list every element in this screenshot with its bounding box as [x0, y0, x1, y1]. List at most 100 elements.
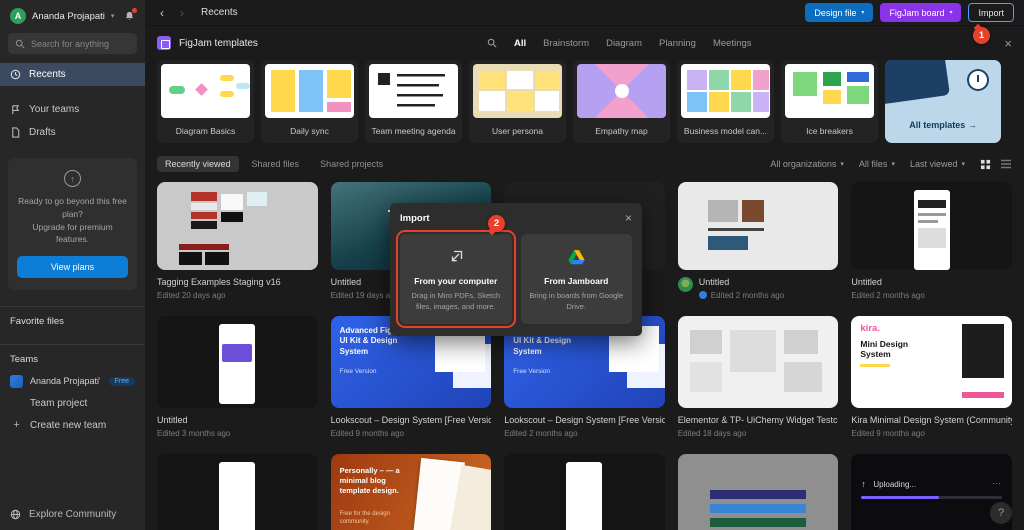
sort-dropdown[interactable]: Last viewed ▾ — [910, 159, 965, 169]
template-label: Daily sync — [290, 125, 329, 136]
file-thumbnail — [677, 315, 839, 408]
import-from-jamboard-option[interactable]: From Jamboard Bring in boards from Googl… — [520, 234, 632, 324]
user-avatar: A — [10, 8, 26, 24]
list-view-icon[interactable] — [1000, 159, 1012, 169]
grid-view-icon[interactable] — [980, 159, 991, 170]
import-from-computer-option[interactable]: From your computer Drag in Miro PDFs, Sk… — [396, 230, 516, 328]
search-bar[interactable] — [8, 33, 137, 54]
files-dropdown[interactable]: All files ▾ — [859, 159, 895, 169]
create-new-team-button[interactable]: + Create new team — [0, 414, 145, 436]
filter-dropdowns: All organizations ▾ All files ▾ Last vie… — [770, 159, 1012, 170]
file-thumbnail — [677, 182, 839, 270]
search-input[interactable] — [31, 38, 130, 49]
tab-diagram[interactable]: Diagram — [606, 38, 642, 49]
file-card[interactable] — [504, 453, 665, 530]
sidebar-item-recents[interactable]: Recents — [0, 63, 145, 86]
file-card[interactable]: Untitled Edited 3 months ago — [157, 315, 318, 438]
arrow-up-circle-icon: ↑ — [64, 170, 81, 187]
import-label: Import — [978, 7, 1004, 18]
close-icon[interactable]: × — [625, 212, 632, 224]
file-card[interactable] — [677, 453, 839, 530]
tab-planning[interactable]: Planning — [659, 38, 696, 49]
sidebar-item-label: Your teams — [29, 104, 80, 115]
template-thumbnail — [577, 64, 666, 118]
forward-arrow-button[interactable]: › — [175, 6, 189, 20]
thumbnail-subtitle-text: Free Version — [513, 367, 551, 375]
explore-community-label: Explore Community — [29, 509, 117, 520]
upload-progress-fill — [861, 495, 939, 499]
main-content: ‹ › Recents Design file ▾ FigJam board ▾… — [145, 0, 1024, 530]
templates-banner-title: FigJam templates — [179, 37, 258, 49]
file-name: Untitled — [851, 277, 882, 287]
template-thumbnail — [161, 64, 250, 118]
file-card[interactable]: Personally – — a minimal blog template d… — [330, 453, 492, 530]
chevron-down-icon: ▾ — [891, 161, 895, 168]
favorite-files-header: Favorite files — [10, 316, 64, 327]
figjam-board-button[interactable]: FigJam board ▾ — [880, 3, 962, 22]
sidebar-item-drafts[interactable]: Drafts — [0, 121, 145, 144]
template-label: Business model can... — [683, 125, 768, 136]
file-card[interactable]: Untitled Edited 2 months ago — [677, 182, 839, 300]
help-button[interactable]: ? — [990, 502, 1012, 524]
design-file-button[interactable]: Design file ▾ — [805, 3, 874, 22]
tab-recently-viewed[interactable]: Recently viewed — [157, 156, 239, 172]
import-button[interactable]: Import — [968, 3, 1014, 22]
tab-shared-files[interactable]: Shared files — [244, 156, 308, 172]
tab-brainstorm[interactable]: Brainstorm — [543, 38, 589, 49]
close-icon[interactable]: × — [1004, 37, 1012, 50]
globe-icon — [10, 509, 21, 520]
template-label: Empathy map — [595, 125, 648, 136]
file-card[interactable]: Untitled Edited 2 months ago — [851, 182, 1012, 300]
file-card[interactable]: Elementor & TP- UiChemy Widget Testcase … — [677, 315, 839, 438]
explore-community-button[interactable]: Explore Community — [0, 499, 145, 530]
template-daily-sync[interactable]: Daily sync — [261, 60, 358, 143]
file-card[interactable] — [157, 453, 318, 530]
template-thumbnail — [369, 64, 458, 118]
chevron-down-icon: ▾ — [861, 10, 865, 16]
notifications-bell-icon[interactable] — [124, 8, 137, 22]
sidebar-item-your-teams[interactable]: Your teams — [0, 98, 145, 121]
sidebar: A Ananda Projapati ▾ Recents Your teams — [0, 0, 145, 530]
file-meta: Edited 2 months ago — [698, 291, 784, 300]
file-card[interactable]: kira. Mini Design System Kira Minimal De… — [851, 315, 1012, 438]
figjam-board-label: FigJam board — [889, 7, 945, 18]
template-diagram-basics[interactable]: Diagram Basics — [157, 60, 254, 143]
figjam-templates-icon — [157, 36, 171, 50]
template-business-model-canvas[interactable]: Business model can... — [677, 60, 774, 143]
clock-hand-decoration — [977, 75, 979, 82]
teams-header: Teams — [10, 354, 38, 365]
file-meta: Edited 20 days ago — [157, 290, 226, 300]
file-meta: Edited 18 days ago — [677, 428, 747, 438]
file-card[interactable]: ↑ Uploading... … — [851, 453, 1012, 530]
back-arrow-button[interactable]: ‹ — [155, 6, 169, 20]
organizations-dropdown[interactable]: All organizations ▾ — [770, 159, 844, 169]
template-user-persona[interactable]: User persona — [469, 60, 566, 143]
file-thumbnail — [157, 182, 318, 270]
figjam-file-badge-icon — [698, 291, 707, 300]
file-name: Kira Minimal Design System (Community) — [851, 414, 1012, 425]
file-meta: Edited 3 months ago — [157, 428, 231, 438]
sort-dropdown-label: Last viewed — [909, 159, 958, 169]
clock-icon — [10, 69, 21, 80]
view-plans-button[interactable]: View plans — [17, 256, 128, 278]
tab-shared-projects[interactable]: Shared projects — [312, 156, 391, 172]
file-name: Untitled — [330, 277, 362, 287]
file-card[interactable]: Tagging Examples Staging v16 Edited 20 d… — [157, 182, 318, 300]
template-ice-breakers[interactable]: Ice breakers — [781, 60, 878, 143]
overflow-menu-icon[interactable]: … — [992, 476, 1002, 486]
user-name: Ananda Projapati — [32, 10, 105, 22]
sidebar-item-team-project[interactable]: Team project — [0, 392, 145, 414]
template-team-meeting-agenda[interactable]: Team meeting agenda — [365, 60, 462, 143]
chevron-down-icon: ▾ — [840, 161, 844, 168]
tab-all[interactable]: All — [514, 38, 526, 49]
template-empathy-map[interactable]: Empathy map — [573, 60, 670, 143]
search-icon[interactable] — [487, 38, 497, 48]
sidebar-item-team[interactable]: Ananda Projapati's team Free — [0, 370, 145, 392]
template-thumbnail — [785, 64, 874, 118]
account-menu[interactable]: A Ananda Projapati ▾ — [0, 0, 145, 30]
all-templates-card[interactable]: All templates → — [885, 60, 1001, 143]
file-thumbnail: ↑ Uploading... … — [851, 453, 1012, 530]
import-option-title: From Jamboard — [544, 276, 609, 286]
import-options: From your computer Drag in Miro PDFs, Sk… — [396, 230, 632, 328]
tab-meetings[interactable]: Meetings — [713, 38, 752, 49]
